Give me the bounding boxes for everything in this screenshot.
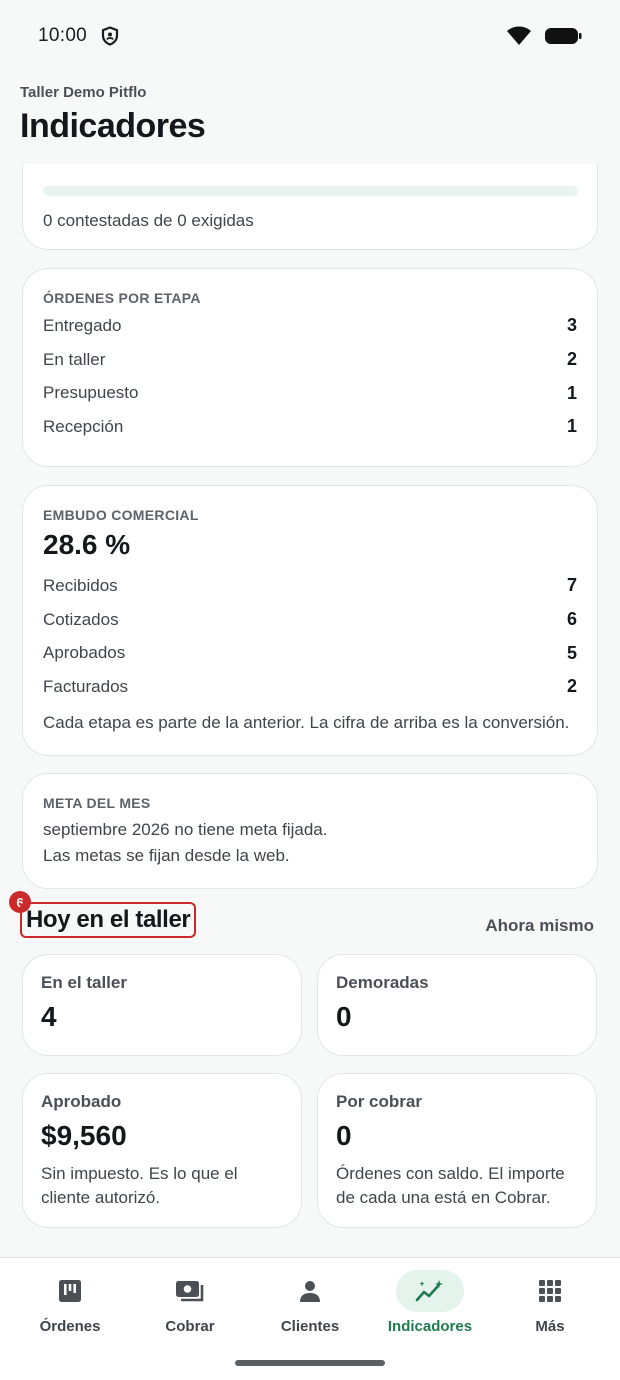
kanban-icon xyxy=(59,1280,81,1302)
tile-label: Demoradas xyxy=(336,973,429,992)
funnel-conversion: 28.6 % xyxy=(43,529,131,560)
workshop-name: Taller Demo Pitflo xyxy=(20,84,147,101)
funnel-stage: Recibidos xyxy=(43,575,118,595)
stage-list: Entregado 3 En taller 2 Presupuesto 1 Recep… xyxy=(43,309,577,444)
stage-row: Entregado 3 xyxy=(43,309,577,343)
nav-item-ordenes[interactable]: Órdenes xyxy=(20,1270,120,1335)
tile-approved[interactable]: Aprobado $9,560 Sin impuesto. Es lo que … xyxy=(22,1073,302,1228)
nav-icon-wrap xyxy=(396,1270,464,1312)
tile-value: $9,560 xyxy=(41,1120,127,1151)
stage-name: En taller xyxy=(43,349,106,369)
funnel-count: 7 xyxy=(566,575,577,596)
funnel-row: Recibidos 7 xyxy=(43,569,577,603)
goal-status: septiembre 2026 no tiene meta fijada. xyxy=(43,820,328,839)
status-time: 10:00 xyxy=(38,25,88,46)
card-label: META DEL MES xyxy=(43,795,151,811)
page-title: Indicadores xyxy=(20,107,206,145)
sales-funnel-card: EMBUDO COMERCIAL 28.6 % Recibidos 7 Cotiz… xyxy=(22,485,598,756)
grid-icon xyxy=(539,1280,561,1302)
nav-item-clientes[interactable]: Clientes xyxy=(260,1270,360,1335)
nav-item-mas[interactable]: Más xyxy=(500,1270,600,1335)
stage-name: Recepción xyxy=(43,416,124,436)
card-label: ÓRDENES POR ETAPA xyxy=(43,290,201,306)
nav-icon-wrap xyxy=(516,1270,584,1312)
funnel-note: Cada etapa es parte de la anterior. La c… xyxy=(43,712,570,732)
stage-count: 3 xyxy=(566,315,577,336)
shield-icon xyxy=(101,26,119,46)
nav-icon-wrap xyxy=(36,1270,104,1312)
funnel-count: 5 xyxy=(566,642,577,663)
goal-hint: Las metas se fijan desde la web. xyxy=(43,846,290,865)
nav-item-cobrar[interactable]: Cobrar xyxy=(140,1270,240,1335)
nav-icon-wrap xyxy=(156,1270,224,1312)
funnel-list: Recibidos 7 Cotizados 6 Aprobados 5 Factura… xyxy=(43,569,577,704)
nav-label: Cobrar xyxy=(165,1318,215,1335)
tile-label: Aprobado xyxy=(41,1092,122,1111)
funnel-count: 2 xyxy=(566,676,577,697)
tile-note: Sin impuesto. Es lo que el cliente autor… xyxy=(41,1164,238,1207)
stage-row: Recepción 1 xyxy=(43,410,577,444)
stage-name: Presupuesto xyxy=(43,383,139,403)
funnel-stage: Aprobados xyxy=(43,643,126,663)
tile-in-workshop[interactable]: En el taller 4 xyxy=(22,954,302,1056)
orders-by-stage-card: ÓRDENES POR ETAPA Entregado 3 En taller 2 … xyxy=(22,268,598,467)
stage-row: En taller 2 xyxy=(43,343,577,377)
wifi-icon xyxy=(507,26,531,45)
person-icon xyxy=(300,1281,320,1302)
indicators-scroll[interactable]: 0 contestadas de 0 exigidas ÓRDENES POR … xyxy=(0,164,620,1256)
section-aside: Ahora mismo xyxy=(485,916,594,935)
funnel-row: Cotizados 6 xyxy=(43,603,577,637)
tile-note: Órdenes con saldo. El importe de cada un… xyxy=(336,1164,565,1207)
nav-label: Órdenes xyxy=(39,1318,101,1335)
nav-label: Más xyxy=(535,1318,565,1335)
section-title-today: Hoy en el taller xyxy=(20,902,197,938)
tile-delayed[interactable]: Demoradas 0 xyxy=(317,954,597,1056)
monthly-goal-card: META DEL MES septiembre 2026 no tiene me… xyxy=(22,773,598,889)
home-indicator[interactable] xyxy=(235,1360,385,1366)
funnel-count: 6 xyxy=(566,609,577,630)
stage-count: 1 xyxy=(566,416,577,437)
stage-count: 2 xyxy=(566,349,577,370)
funnel-row: Facturados 2 xyxy=(43,670,577,704)
nav-label: Clientes xyxy=(280,1318,340,1335)
survey-progress-text: 0 contestadas de 0 exigidas xyxy=(43,211,254,230)
trend-icon xyxy=(415,1280,443,1302)
survey-progress-bar xyxy=(43,186,578,196)
nav-item-indicadores[interactable]: Indicadores xyxy=(380,1270,480,1335)
stage-row: Presupuesto 1 xyxy=(43,376,577,410)
cash-icon xyxy=(176,1281,204,1302)
nav-label: Indicadores xyxy=(387,1318,473,1335)
survey-card: 0 contestadas de 0 exigidas xyxy=(22,164,598,250)
tile-value: 0 xyxy=(336,1001,352,1032)
funnel-stage: Facturados xyxy=(43,676,129,696)
card-label: EMBUDO COMERCIAL xyxy=(43,507,199,523)
tile-label: Por cobrar xyxy=(336,1092,422,1111)
status-bar: 10:00 xyxy=(0,0,620,72)
tile-to-collect[interactable]: Por cobrar 0 Órdenes con saldo. El impor… xyxy=(317,1073,597,1228)
tile-value: 0 xyxy=(336,1120,352,1151)
funnel-stage: Cotizados xyxy=(43,609,119,629)
tile-value: 4 xyxy=(41,1001,57,1032)
battery-icon xyxy=(545,28,582,44)
nav-icon-wrap xyxy=(276,1270,344,1312)
stage-name: Entregado xyxy=(43,315,122,335)
funnel-row: Aprobados 5 xyxy=(43,636,577,670)
stage-count: 1 xyxy=(566,382,577,403)
tile-label: En el taller xyxy=(41,973,127,992)
page-header: Taller Demo Pitflo Indicadores xyxy=(20,84,206,146)
